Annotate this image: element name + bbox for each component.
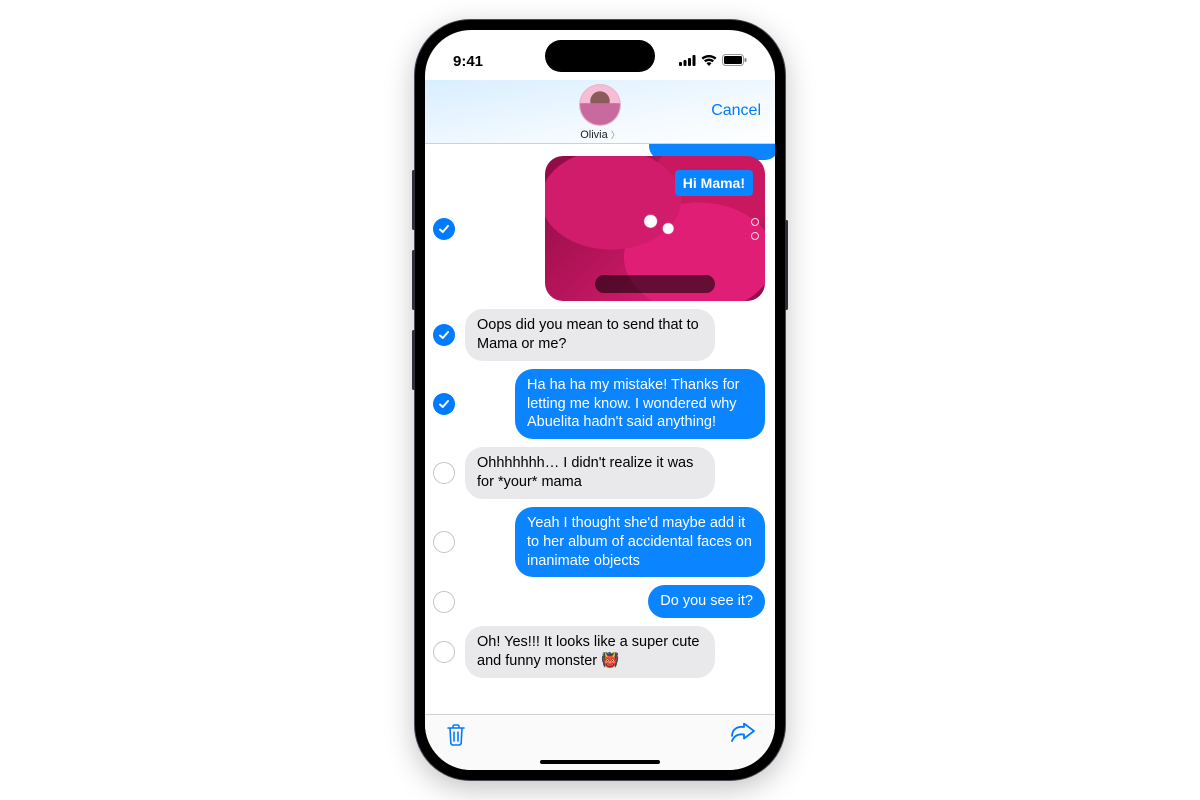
- home-indicator[interactable]: [540, 760, 660, 764]
- incoming-message-bubble[interactable]: Oh! Yes!!! It looks like a super cute an…: [465, 626, 715, 678]
- camera-controls-icon: [751, 218, 759, 240]
- contact-avatar[interactable]: [579, 84, 621, 126]
- camera-toolbar-icon: [595, 275, 715, 293]
- screen: 9:41 Olivia 〉 Ca: [425, 30, 775, 770]
- check-icon: [438, 398, 450, 410]
- share-button[interactable]: [729, 723, 755, 750]
- wifi-icon: [701, 53, 717, 70]
- message-list[interactable]: Hi Mama! Oops did you mean to send that …: [425, 144, 775, 714]
- iphone-frame: 9:41 Olivia 〉 Ca: [415, 20, 785, 780]
- share-arrow-icon: [729, 723, 755, 745]
- selection-checkbox[interactable]: [433, 641, 455, 663]
- outgoing-message-bubble[interactable]: Ha ha ha my mistake! Thanks for letting …: [515, 369, 765, 440]
- selection-checkbox[interactable]: [433, 324, 455, 346]
- conversation-header: Olivia 〉 Cancel: [425, 80, 775, 144]
- outgoing-message-bubble[interactable]: Yeah I thought she'd maybe add it to her…: [515, 507, 765, 578]
- message-row[interactable]: Yeah I thought she'd maybe add it to her…: [431, 507, 765, 578]
- message-row[interactable]: Oh! Yes!!! It looks like a super cute an…: [431, 626, 765, 678]
- trash-icon: [445, 723, 467, 747]
- incoming-message-bubble[interactable]: Ohhhhhhh… I didn't realize it was for *y…: [465, 447, 715, 499]
- image-message-bubble[interactable]: Hi Mama!: [545, 156, 765, 301]
- image-caption-sticker: Hi Mama!: [675, 170, 753, 196]
- dynamic-island: [545, 40, 655, 72]
- selection-checkbox[interactable]: [433, 531, 455, 553]
- message-row[interactable]: Oops did you mean to send that to Mama o…: [431, 309, 765, 361]
- check-icon: [438, 329, 450, 341]
- contact-info[interactable]: Olivia 〉: [579, 84, 621, 141]
- message-row[interactable]: Ohhhhhhh… I didn't realize it was for *y…: [431, 447, 765, 499]
- cancel-button[interactable]: Cancel: [711, 102, 761, 120]
- message-row[interactable]: Hi Mama!: [431, 156, 765, 301]
- chevron-right-icon: 〉: [611, 130, 620, 140]
- selection-checkbox[interactable]: [433, 591, 455, 613]
- cellular-icon: [679, 53, 696, 70]
- selection-checkbox[interactable]: [433, 462, 455, 484]
- selection-checkbox[interactable]: [433, 393, 455, 415]
- battery-icon: [722, 53, 747, 70]
- status-icons: [679, 53, 747, 70]
- message-row[interactable]: Ha ha ha my mistake! Thanks for letting …: [431, 369, 765, 440]
- outgoing-message-bubble[interactable]: Do you see it?: [648, 585, 765, 618]
- message-row[interactable]: Do you see it?: [431, 585, 765, 618]
- trash-button[interactable]: [445, 723, 467, 752]
- check-icon: [438, 223, 450, 235]
- selection-checkbox[interactable]: [433, 218, 455, 240]
- contact-name-label: Olivia: [580, 129, 608, 141]
- incoming-message-bubble[interactable]: Oops did you mean to send that to Mama o…: [465, 309, 715, 361]
- status-time: 9:41: [453, 53, 483, 70]
